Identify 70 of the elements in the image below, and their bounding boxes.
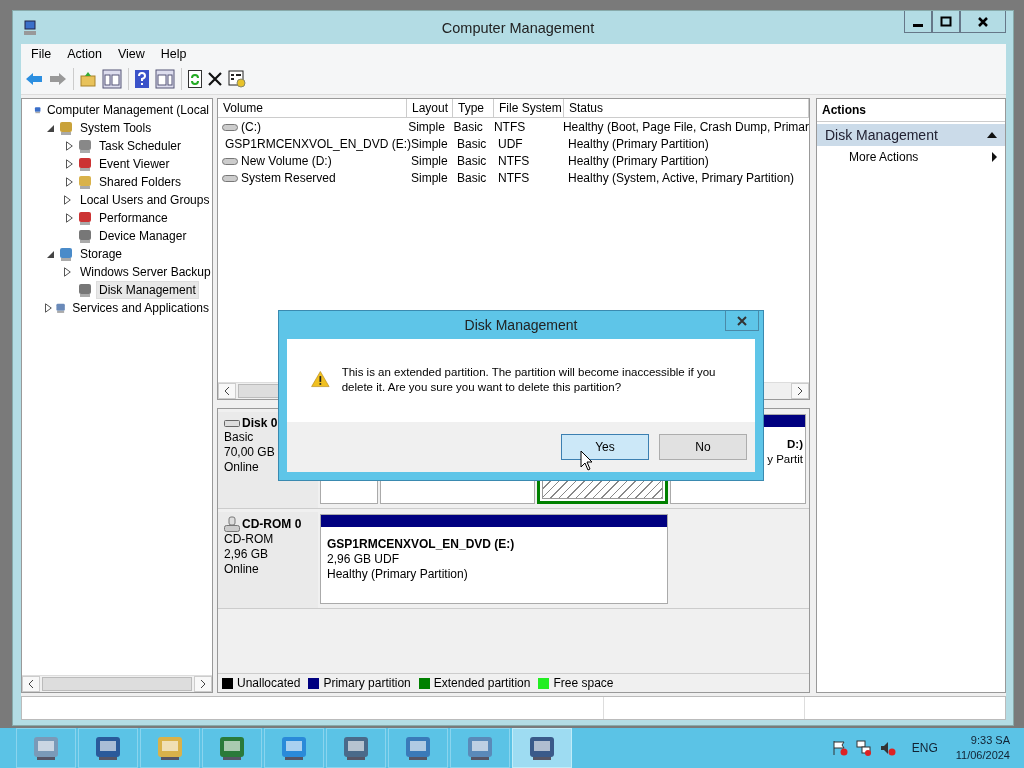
tree-item[interactable]: Local Users and Groups — [77, 191, 212, 209]
table-cell: System Reserved — [241, 170, 336, 185]
disk-status: Online — [224, 460, 260, 475]
actions-section[interactable]: Disk Management — [817, 124, 1005, 146]
tree-item[interactable]: Services and Applications — [69, 299, 212, 317]
tree-item[interactable]: Disk Management — [96, 281, 199, 299]
table-cell: New Volume (D:) — [241, 153, 332, 168]
column-header[interactable]: Volume — [218, 99, 407, 117]
disk-type: Basic — [224, 430, 255, 445]
table-cell: Healthy (System, Active, Primary Partition) — [568, 170, 795, 185]
tree-item[interactable]: Performance — [96, 209, 171, 227]
disk-size: 70,00 GB — [224, 445, 276, 460]
tree-item[interactable]: Computer Management (Local — [43, 101, 212, 119]
menu-item[interactable]: File — [23, 47, 60, 61]
partition-block[interactable]: GSP1RMCENXVOL_EN_DVD (E:) 2,96 GB UDF Healthy (Primary Partition) — [320, 514, 668, 604]
table-cell: Simple — [411, 153, 448, 168]
column-header[interactable]: File System — [494, 99, 564, 117]
menu-item[interactable]: View — [109, 47, 153, 61]
table-cell: Healthy (Boot, Page File, Crash Dump, Primar — [562, 119, 809, 134]
tree-item[interactable]: Device Manager — [96, 227, 190, 245]
disk-type: CD-ROM — [224, 532, 275, 547]
action-link[interactable]: More Actions — [849, 150, 919, 164]
table-cell: Basic — [453, 119, 483, 134]
disk-name: CD-ROM 0 — [242, 517, 302, 531]
section-title: Disk Management — [825, 127, 938, 143]
table-cell: Simple — [411, 136, 448, 151]
table-cell: GSP1RMCENXVOL_EN_DVD (E:) — [225, 136, 412, 151]
actions-header: Actions — [817, 99, 1005, 122]
tree-item[interactable]: Task Scheduler — [96, 137, 185, 155]
tree-item[interactable]: Shared Folders — [96, 173, 185, 191]
dialog-title: Disk Management — [464, 317, 578, 333]
clock[interactable]: 9:33 SA 11/06/2024 — [955, 733, 1010, 763]
column-header[interactable]: Status — [564, 99, 809, 117]
language-indicator[interactable]: ENG — [911, 741, 938, 755]
partition-title: GSP1RMCENXVOL_EN_DVD (E:) — [327, 537, 516, 552]
disk-status: Online — [224, 562, 260, 577]
yes-button[interactable]: Yes — [561, 434, 649, 460]
table-cell: (C:) — [241, 119, 261, 134]
table-cell: Healthy (Primary Partition) — [568, 136, 709, 151]
tree-item[interactable]: Storage — [77, 245, 126, 263]
table-cell: NTFS — [493, 119, 526, 134]
table-cell: NTFS — [498, 170, 530, 185]
table-cell: Basic — [457, 153, 487, 168]
table-cell: NTFS — [498, 153, 530, 168]
column-header[interactable]: Layout — [407, 99, 453, 117]
partition-detail: Healthy (Primary Partition) — [327, 567, 469, 582]
table-cell: Basic — [457, 136, 487, 151]
partition-detail: 2,96 GB UDF — [327, 552, 401, 567]
table-cell: Healthy (Primary Partition) — [568, 153, 709, 168]
disk-size: 2,96 GB — [224, 547, 270, 562]
partition-detail: y Partit — [767, 452, 803, 467]
legend-label: Unallocated — [237, 676, 301, 690]
menu-item[interactable]: Action — [59, 47, 110, 61]
tree-item[interactable]: Windows Server Backup — [77, 263, 212, 281]
menu-item[interactable]: Help — [152, 47, 195, 61]
table-cell: Simple — [408, 119, 445, 134]
window-title: Computer Management — [441, 19, 595, 36]
legend-label: Primary partition — [323, 676, 411, 690]
tree-item[interactable]: Event Viewer — [96, 155, 173, 173]
tree-item[interactable]: System Tools — [77, 119, 155, 137]
disk-name: Disk 0 — [242, 416, 278, 430]
legend-label: Extended partition — [433, 676, 531, 690]
table-cell: Basic — [457, 170, 487, 185]
no-button[interactable]: No — [659, 434, 747, 460]
legend-label: Free space — [553, 676, 614, 690]
table-cell: UDF — [498, 136, 523, 151]
column-header[interactable]: Type — [453, 99, 494, 117]
partition-title: D:) — [787, 437, 803, 452]
dialog-message: This is an extended partition. The partition will become inaccessible if you delete it. Are you sure you want to delete this partition? — [341, 365, 717, 395]
table-cell: Simple — [411, 170, 448, 185]
